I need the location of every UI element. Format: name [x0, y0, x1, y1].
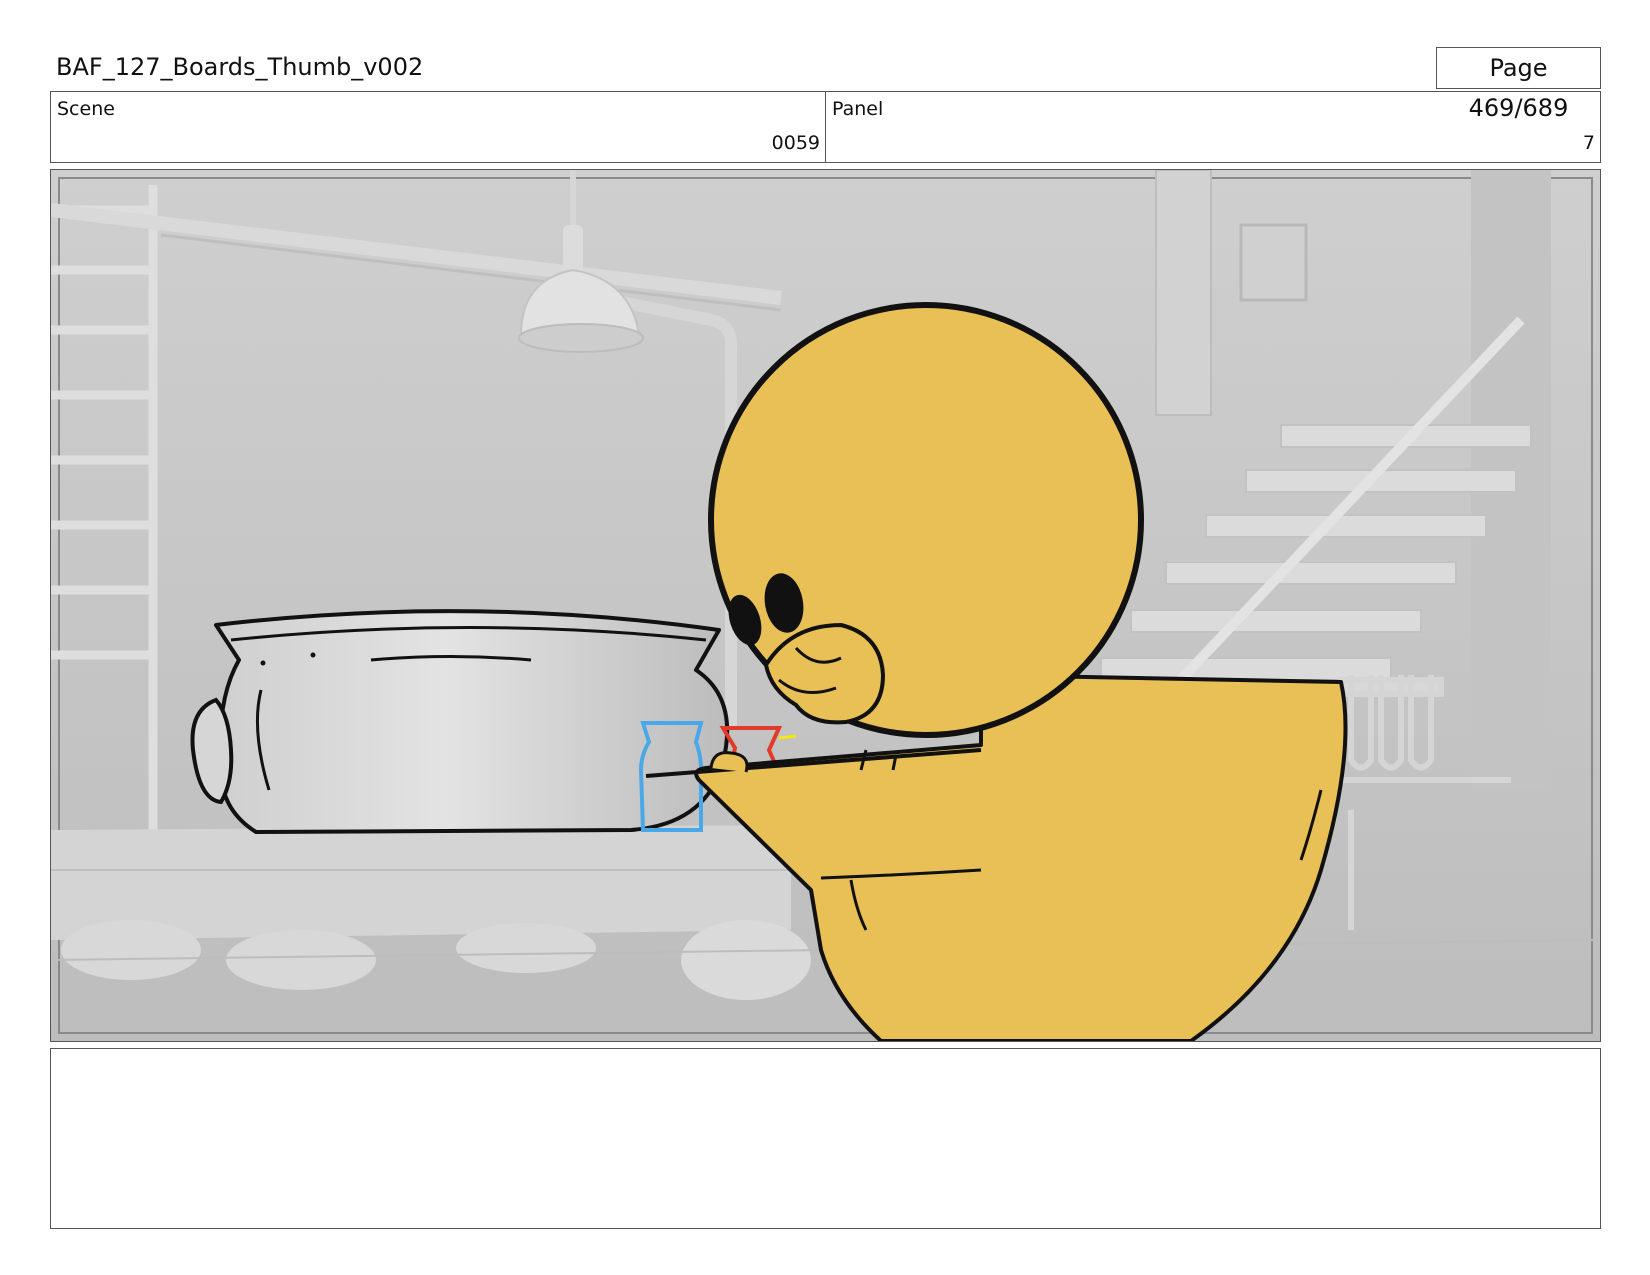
yellow-sketch-mark	[778, 734, 797, 740]
panel-number: 7	[1582, 132, 1595, 154]
document-title: BAF_127_Boards_Thumb_v002	[56, 53, 424, 81]
scene-cell: Scene 0059	[51, 92, 825, 162]
scene-label: Scene	[57, 98, 115, 120]
scene-number: 0059	[771, 132, 820, 154]
storyboard-panel-image	[50, 169, 1601, 1042]
panel-cell: Panel 7	[825, 92, 1600, 162]
info-row: Scene 0059 Panel 7	[50, 91, 1601, 163]
panel-label: Panel	[832, 98, 884, 120]
panel-notes-box[interactable]	[50, 1048, 1601, 1229]
storyboard-drawing	[51, 170, 1600, 1041]
page-indicator: Page 469/689	[1436, 47, 1601, 122]
